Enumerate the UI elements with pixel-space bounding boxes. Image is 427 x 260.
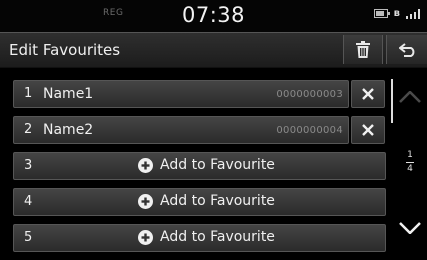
- scroll-up-button[interactable]: [394, 82, 426, 112]
- chevron-down-icon: [399, 222, 421, 234]
- plus-circle-icon: [138, 229, 154, 245]
- delete-button[interactable]: [343, 35, 383, 64]
- add-favourite-slot-4[interactable]: 4 Add to Favourite: [13, 188, 386, 216]
- plus-circle-icon: [138, 157, 154, 173]
- reg-label: REG: [103, 8, 124, 18]
- header: Edit Favourites: [0, 32, 427, 68]
- add-favourite-label: Add to Favourite: [160, 229, 275, 245]
- close-icon: [362, 124, 374, 136]
- status-icons: ʙ: [373, 8, 422, 19]
- add-favourite-label: Add to Favourite: [160, 193, 275, 209]
- remove-favourite-1-button[interactable]: [351, 80, 385, 108]
- add-favourite-label: Add to Favourite: [160, 157, 275, 173]
- bluetooth-icon: ʙ: [393, 8, 400, 19]
- add-favourite-slot-5[interactable]: 5 Add to Favourite: [13, 224, 386, 252]
- contact-name: Name1: [43, 86, 94, 102]
- favourite-item-2[interactable]: 2 Name2 0000000004: [13, 116, 349, 144]
- scrollbar-thumb[interactable]: [391, 79, 393, 123]
- back-arrow-icon: [398, 42, 414, 57]
- clock: 07:38: [182, 3, 246, 27]
- trash-icon: [356, 41, 370, 58]
- remove-favourite-2-button[interactable]: [351, 116, 385, 144]
- current-page: 1: [407, 150, 413, 160]
- contact-name: Name2: [43, 122, 94, 138]
- slot-number: 1: [24, 86, 33, 101]
- chevron-up-icon: [399, 91, 421, 103]
- battery-icon: [373, 9, 390, 18]
- page-divider: [406, 162, 414, 163]
- phone-number: 0000000004: [276, 125, 343, 136]
- total-pages: 4: [407, 164, 413, 174]
- add-favourite-slot-3[interactable]: 3 Add to Favourite: [13, 152, 386, 180]
- signal-icon: [406, 8, 420, 19]
- page-indicator: 1 4: [403, 151, 417, 174]
- plus-circle-icon: [138, 193, 154, 209]
- page-title: Edit Favourites: [9, 41, 121, 59]
- back-button[interactable]: [386, 35, 427, 64]
- close-icon: [362, 88, 374, 100]
- favourite-item-1[interactable]: 1 Name1 0000000003: [13, 80, 349, 108]
- phone-number: 0000000003: [276, 89, 343, 100]
- status-bar: REG 07:38 ʙ: [0, 0, 427, 32]
- scroll-down-button[interactable]: [394, 213, 426, 243]
- slot-number: 2: [24, 122, 33, 137]
